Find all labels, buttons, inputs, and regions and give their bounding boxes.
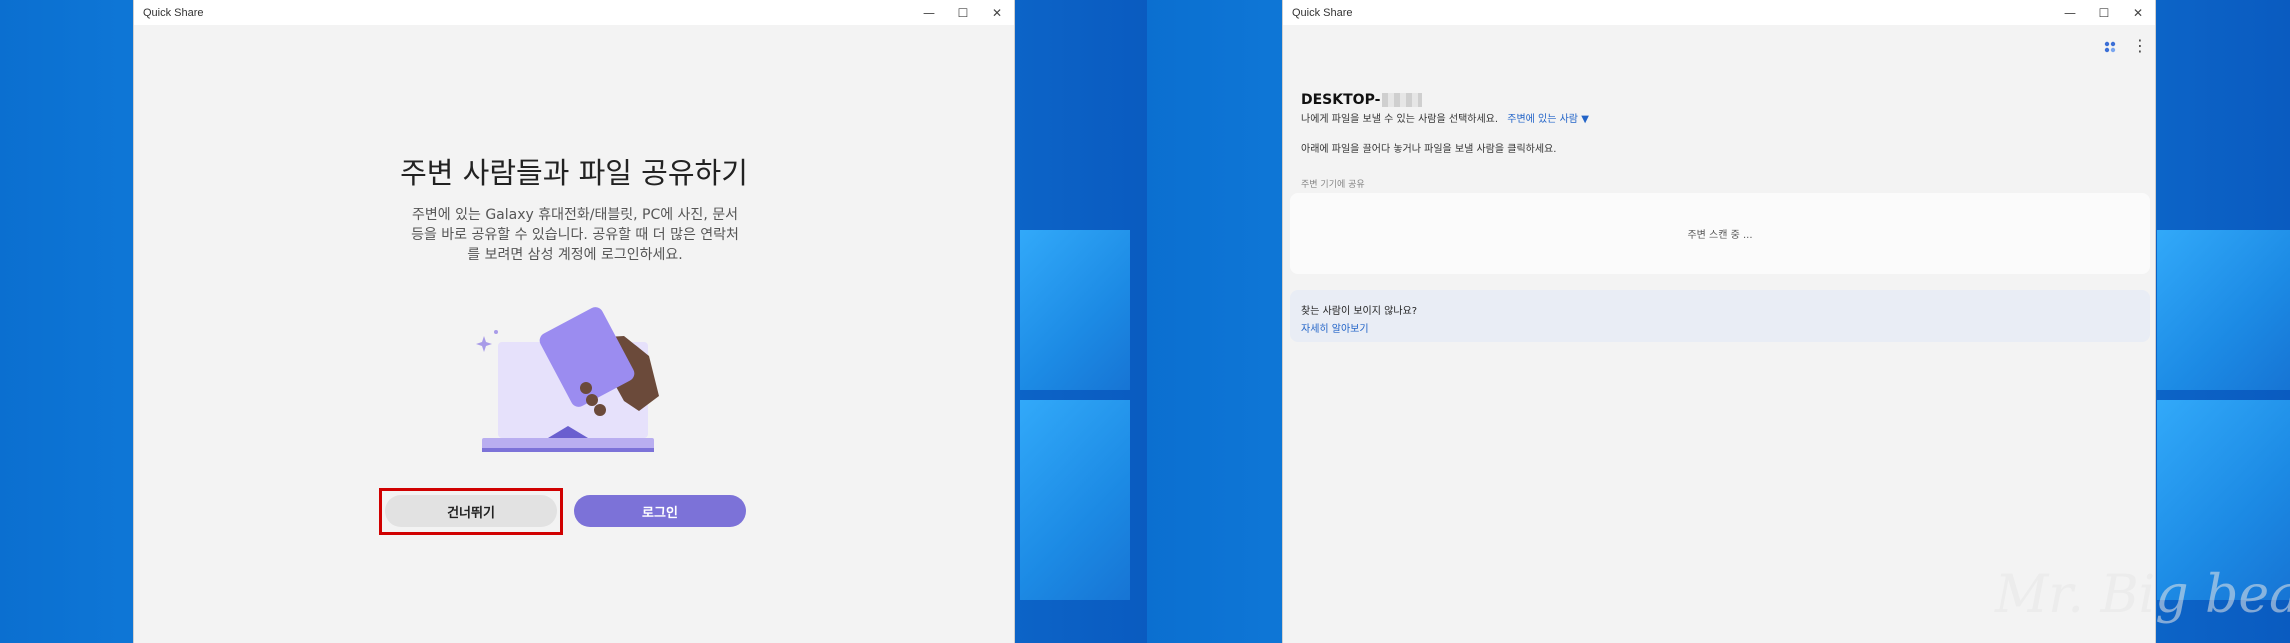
watermark: Mr. Big bear. xyxy=(1995,565,2290,625)
close-button[interactable]: ✕ xyxy=(980,0,1014,25)
help-card: 찾는 사람이 보이지 않나요? 자세히 알아보기 xyxy=(1290,290,2150,342)
close-button[interactable]: ✕ xyxy=(2121,0,2155,25)
device-name-redacted xyxy=(1382,93,1423,107)
help-question: 찾는 사람이 보이지 않나요? xyxy=(1301,306,1418,317)
scanning-text: 주변 스캔 중 ... xyxy=(1687,230,1753,241)
login-button[interactable]: 로그인 xyxy=(574,495,746,527)
drag-hint: 아래에 파일을 끌어다 놓거나 파일을 보낼 사람을 클릭하세요. xyxy=(1301,144,1557,155)
page-title: 주변 사람들과 파일 공유하기 xyxy=(400,156,748,190)
chevron-down-icon: ▼ xyxy=(1581,114,1589,125)
device-name: DESKTOP- xyxy=(1301,92,1423,108)
nearby-share-icon[interactable] xyxy=(2103,40,2117,54)
visibility-dropdown[interactable]: 주변에 있는 사람 ▼ xyxy=(1507,114,1589,125)
share-illustration xyxy=(476,307,659,452)
visibility-row: 나에게 파일을 보낼 수 있는 사람을 선택하세요. 주변에 있는 사람 ▼ xyxy=(1301,110,1589,125)
learn-more-link[interactable]: 자세히 알아보기 xyxy=(1301,320,1369,335)
visibility-text: 나에게 파일을 보낼 수 있는 사람을 선택하세요. xyxy=(1301,114,1499,125)
windows-logo-pane xyxy=(2157,230,2290,390)
section-label: 주변 기기에 공유 xyxy=(1301,180,1365,190)
windows-logo-pane xyxy=(1020,400,1130,600)
title-bar: Quick Share — ☐ ✕ xyxy=(1283,0,2155,25)
window-title: Quick Share xyxy=(143,6,204,19)
more-vert-icon[interactable]: ⋮ xyxy=(2132,36,2148,55)
visibility-option: 주변에 있는 사람 xyxy=(1507,114,1579,125)
minimize-button[interactable]: — xyxy=(912,0,946,25)
maximize-button[interactable]: ☐ xyxy=(2087,0,2121,25)
window-title: Quick Share xyxy=(1292,6,1353,19)
description-text: 주변에 있는 Galaxy 휴대전화/태블릿, PC에 사진, 문서 등을 바로… xyxy=(411,207,739,263)
quick-share-window-main: Quick Share — ☐ ✕ ⋮ DESKTOP- 나에게 파일을 보낼 … xyxy=(1282,0,2156,643)
device-name-text: DESKTOP- xyxy=(1301,92,1381,108)
sparkle-icon xyxy=(476,330,498,352)
windows-logo-pane xyxy=(1020,230,1130,390)
title-bar: Quick Share — ☐ ✕ xyxy=(134,0,1014,25)
maximize-button[interactable]: ☐ xyxy=(946,0,980,25)
minimize-button[interactable]: — xyxy=(2053,0,2087,25)
skip-button[interactable]: 건너뛰기 xyxy=(385,495,557,527)
quick-share-window-login: Quick Share — ☐ ✕ 주변 사람들과 파일 공유하기 주변에 있는… xyxy=(133,0,1015,643)
nearby-devices-card[interactable]: 주변 스캔 중 ... xyxy=(1290,193,2150,274)
